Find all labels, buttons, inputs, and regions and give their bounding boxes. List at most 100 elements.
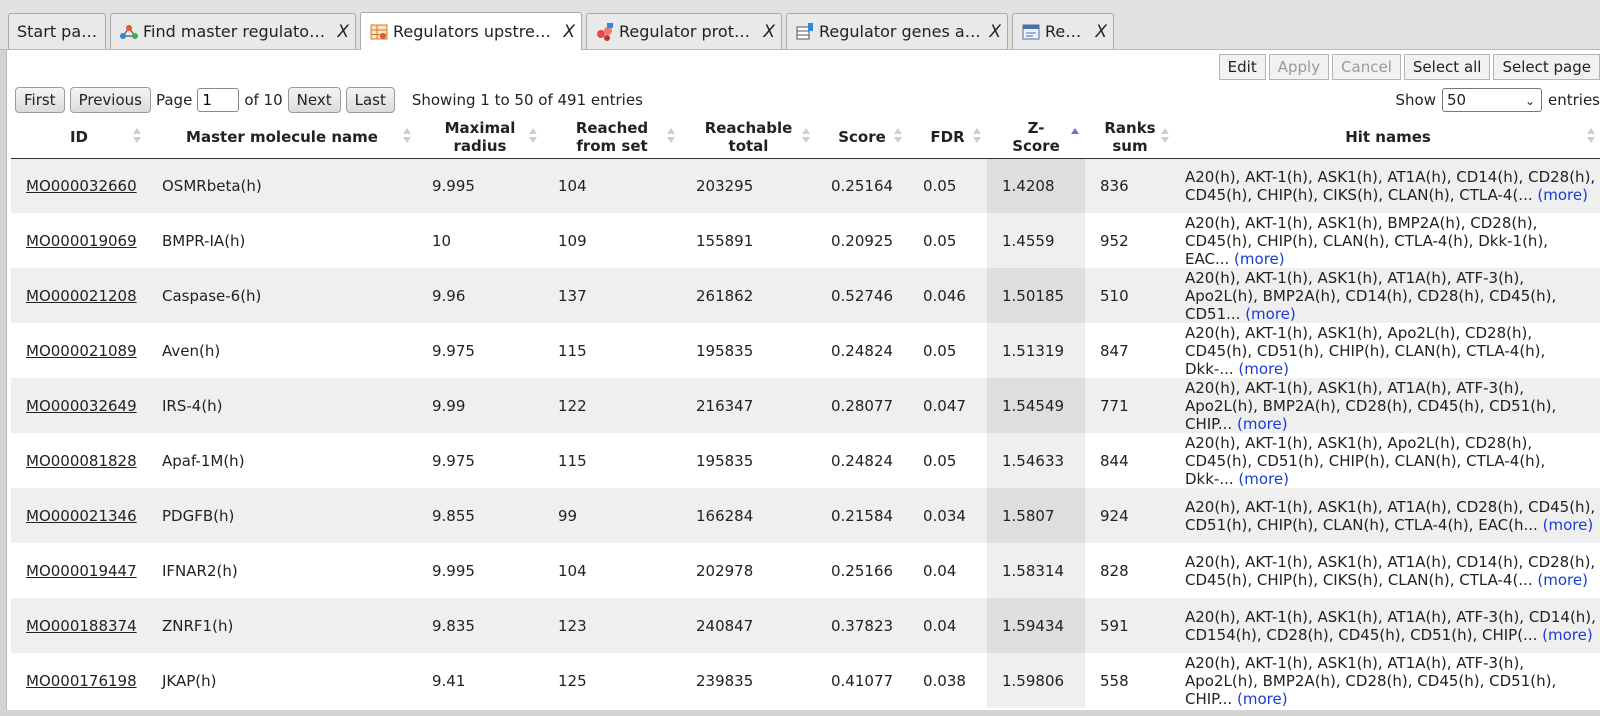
reached-cell: 137: [543, 268, 681, 323]
sort-icon: [1587, 128, 1595, 146]
last-page-button[interactable]: Last: [345, 87, 395, 113]
molecule-icon: [597, 22, 613, 41]
apply-button[interactable]: Apply: [1268, 54, 1330, 80]
entries-label: entries: [1548, 91, 1600, 109]
column-header-hits[interactable]: Hit names: [1175, 116, 1600, 159]
score-cell: 0.41077: [816, 653, 908, 708]
zscore-cell: 1.50185: [987, 268, 1085, 323]
column-header-radius[interactable]: Maximal radius: [417, 116, 543, 159]
ranks-cell: 847: [1085, 323, 1175, 378]
gene-table-icon: [796, 22, 813, 39]
hits-cell: A20(h), AKT-1(h), ASK1(h), AT1A(h), CD28…: [1175, 488, 1600, 543]
name-cell: Aven(h): [147, 323, 417, 378]
more-link[interactable]: (more): [1542, 626, 1593, 644]
ranks-cell: 771: [1085, 378, 1175, 433]
name-cell: IFNAR2(h): [147, 543, 417, 598]
page-number-input[interactable]: [197, 88, 240, 112]
fdr-cell: 0.05: [908, 433, 987, 488]
page-count-label: of 10: [244, 91, 283, 109]
close-icon[interactable]: X: [1089, 22, 1107, 42]
column-header-fdr[interactable]: FDR: [908, 116, 987, 159]
sort-icon: [802, 128, 810, 146]
more-link[interactable]: (more): [1237, 690, 1288, 708]
column-header-score[interactable]: Score: [816, 116, 908, 159]
select-all-button[interactable]: Select all: [1403, 54, 1491, 80]
name-cell: Apaf-1M(h): [147, 433, 417, 488]
radius-cell: 9.975: [417, 433, 543, 488]
more-link[interactable]: (more): [1543, 516, 1594, 534]
tab-report[interactable]: Report X: [1012, 13, 1114, 49]
molecule-id-link[interactable]: MO000021089: [26, 342, 137, 360]
tab-find-master-regulators[interactable]: Find master regulators i... X: [110, 13, 356, 49]
molecule-id-link[interactable]: MO000019069: [26, 232, 137, 250]
molecule-id-link[interactable]: MO000021346: [26, 507, 137, 525]
radius-cell: 9.855: [417, 488, 543, 543]
column-header-ranks[interactable]: Ranks sum: [1085, 116, 1175, 159]
column-header-zscore[interactable]: Z- Score: [987, 116, 1085, 159]
tab-label: Report: [1045, 22, 1089, 41]
reachable-cell: 261862: [681, 268, 816, 323]
score-cell: 0.28077: [816, 378, 908, 433]
column-header-reached[interactable]: Reached from set: [543, 116, 681, 159]
tab-regulator-genes-annot[interactable]: Regulator genes annot X: [786, 13, 1008, 49]
more-link[interactable]: (more): [1238, 470, 1289, 488]
name-cell: ZNRF1(h): [147, 598, 417, 653]
molecule-id-link[interactable]: MO000032660: [26, 177, 137, 195]
more-link[interactable]: (more): [1537, 186, 1588, 204]
hit-names-text: A20(h), AKT-1(h), ASK1(h), AT1A(h), ATF-…: [1185, 268, 1557, 323]
radius-cell: 9.995: [417, 543, 543, 598]
reached-cell: 115: [543, 323, 681, 378]
close-icon[interactable]: X: [557, 22, 575, 42]
name-cell: PDGFB(h): [147, 488, 417, 543]
results-panel: Edit Apply Cancel Select all Select page…: [6, 50, 1600, 710]
hits-cell: A20(h), AKT-1(h), ASK1(h), BMP2A(h), CD2…: [1175, 213, 1600, 268]
molecule-id-link[interactable]: MO000021208: [26, 287, 137, 305]
hit-names-text: A20(h), AKT-1(h), ASK1(h), AT1A(h), ATF-…: [1185, 607, 1596, 644]
molecule-id-link[interactable]: MO000188374: [26, 617, 137, 635]
ranks-cell: 924: [1085, 488, 1175, 543]
molecule-id-link[interactable]: MO000019447: [26, 562, 137, 580]
molecule-id-link[interactable]: MO000081828: [26, 452, 137, 470]
next-page-button[interactable]: Next: [287, 87, 341, 113]
reachable-cell: 203295: [681, 158, 816, 213]
ranks-cell: 558: [1085, 653, 1175, 708]
close-icon[interactable]: X: [757, 22, 775, 42]
column-header-reachable[interactable]: Reachable total: [681, 116, 816, 159]
column-header-id[interactable]: ID: [11, 116, 147, 159]
select-page-button[interactable]: Select page: [1493, 54, 1600, 80]
score-cell: 0.25164: [816, 158, 908, 213]
score-cell: 0.24824: [816, 433, 908, 488]
molecule-id-link[interactable]: MO000176198: [26, 672, 137, 690]
hits-cell: A20(h), AKT-1(h), ASK1(h), AT1A(h), ATF-…: [1175, 598, 1600, 653]
fdr-cell: 0.05: [908, 323, 987, 378]
more-link[interactable]: (more): [1238, 360, 1289, 378]
more-link[interactable]: (more): [1234, 250, 1285, 268]
close-icon[interactable]: X: [983, 22, 1001, 42]
pagination: First Previous Page of 10 Next Last Show…: [15, 86, 643, 114]
zscore-cell: 1.54633: [987, 433, 1085, 488]
first-page-button[interactable]: First: [15, 87, 65, 113]
molecule-id-link[interactable]: MO000032649: [26, 397, 137, 415]
more-link[interactable]: (more): [1245, 305, 1296, 323]
radius-cell: 9.99: [417, 378, 543, 433]
tab-regulators-upstream[interactable]: Regulators upstream 10 X: [360, 12, 582, 50]
page-size-select[interactable]: 50 ⌄: [1442, 88, 1542, 112]
previous-page-button[interactable]: Previous: [69, 87, 151, 113]
cancel-button[interactable]: Cancel: [1332, 54, 1401, 80]
zscore-cell: 1.51319: [987, 323, 1085, 378]
tab-regulator-proteins[interactable]: Regulator proteins X: [586, 13, 782, 49]
fdr-cell: 0.046: [908, 268, 987, 323]
sort-icon: [667, 128, 675, 146]
close-icon[interactable]: X: [331, 22, 349, 42]
more-link[interactable]: (more): [1537, 571, 1588, 589]
edit-button[interactable]: Edit: [1218, 54, 1266, 80]
page-label: Page: [155, 91, 193, 109]
reachable-cell: 195835: [681, 323, 816, 378]
column-header-name[interactable]: Master molecule name: [147, 116, 417, 159]
hits-cell: A20(h), AKT-1(h), ASK1(h), Apo2L(h), CD2…: [1175, 433, 1600, 488]
tab-start-page[interactable]: Start page: [8, 13, 106, 49]
more-link[interactable]: (more): [1237, 415, 1288, 433]
hits-cell: A20(h), AKT-1(h), ASK1(h), Apo2L(h), CD2…: [1175, 323, 1600, 378]
reachable-cell: 239835: [681, 653, 816, 708]
reachable-cell: 216347: [681, 378, 816, 433]
